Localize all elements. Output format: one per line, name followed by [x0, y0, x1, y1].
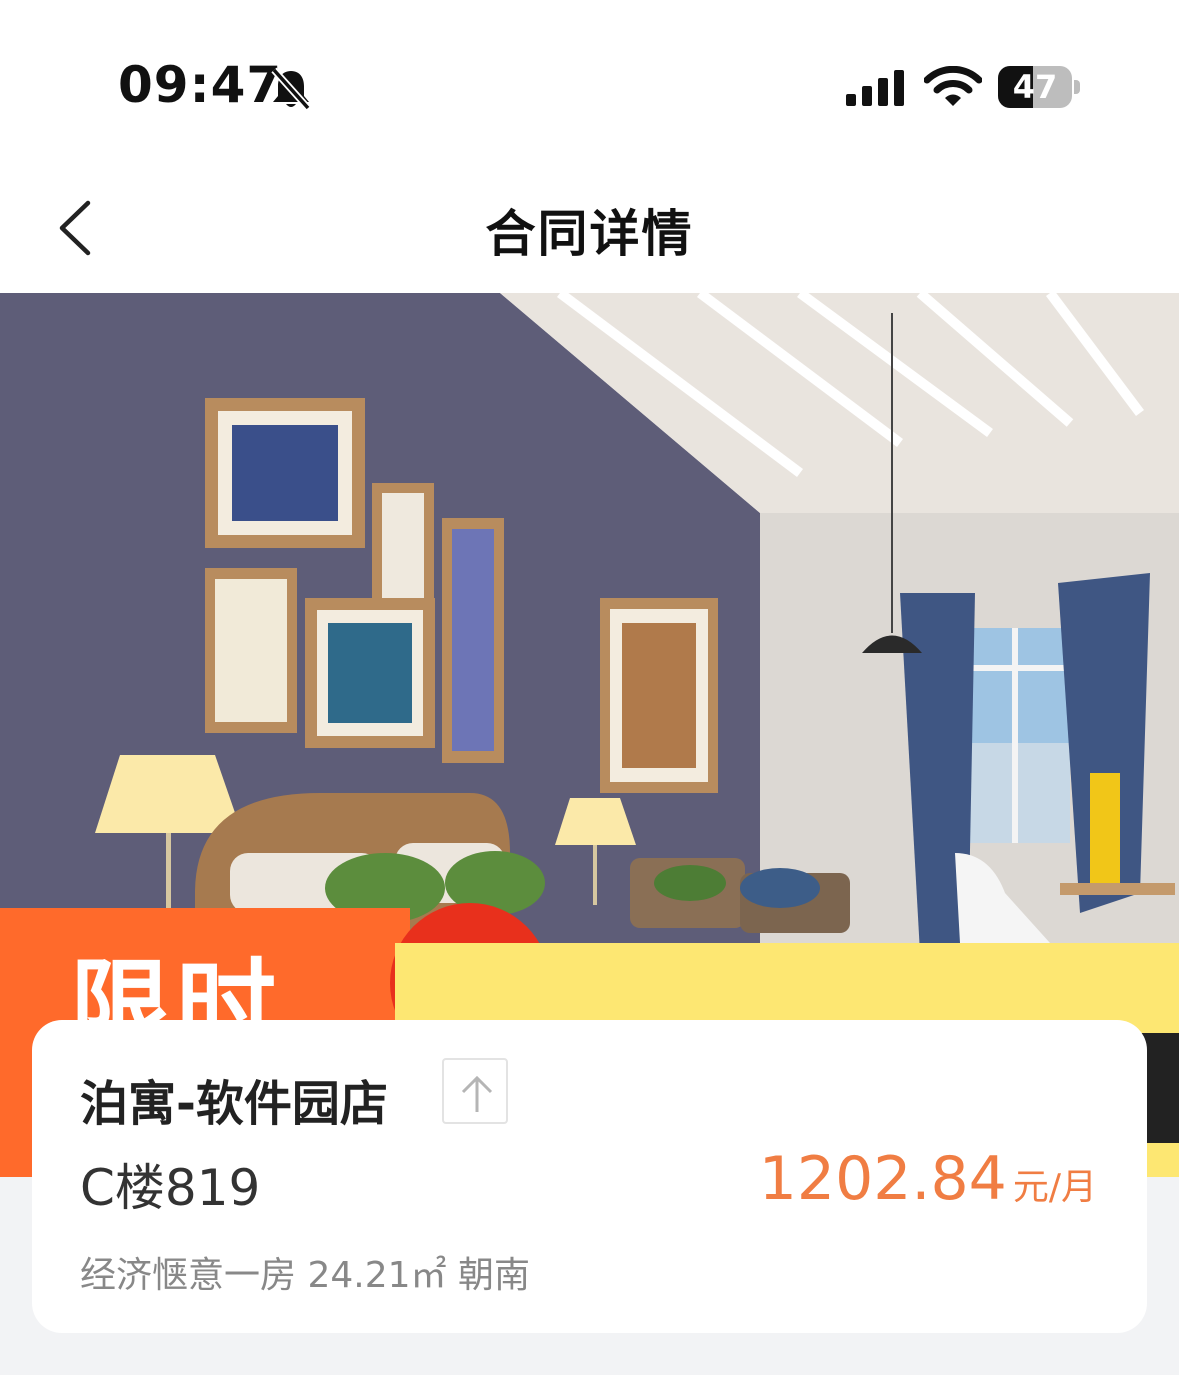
battery-percentage: 47 — [1012, 68, 1058, 106]
status-time: 09:47 — [118, 56, 283, 114]
page-title: 合同详情 — [485, 205, 694, 263]
price-value: 1202.84 — [758, 1144, 1007, 1214]
battery-icon: 47 — [998, 66, 1082, 110]
arrow-up-icon — [461, 1075, 493, 1112]
price-unit: 元/月 — [1012, 1167, 1097, 1208]
bell-muted-icon — [268, 66, 314, 112]
store-name: 泊寓-软件园店 — [80, 1076, 388, 1132]
cellular-signal-icon — [846, 70, 906, 106]
room-description: 经济惬意一房 24.21㎡ 朝南 — [80, 1255, 530, 1296]
monthly-price: 1202.84 元/月 — [759, 1144, 1097, 1214]
status-bar: 09:47 47 — [0, 0, 1179, 160]
nav-bar: 合同详情 — [0, 160, 1179, 293]
room-number: C楼819 — [80, 1159, 261, 1217]
share-button[interactable] — [442, 1058, 508, 1124]
wifi-icon — [923, 65, 983, 108]
listing-card: 泊寓-软件园店 C楼819 1202.84 元/月 经济惬意一房 24.21㎡ 朝… — [32, 1020, 1147, 1333]
